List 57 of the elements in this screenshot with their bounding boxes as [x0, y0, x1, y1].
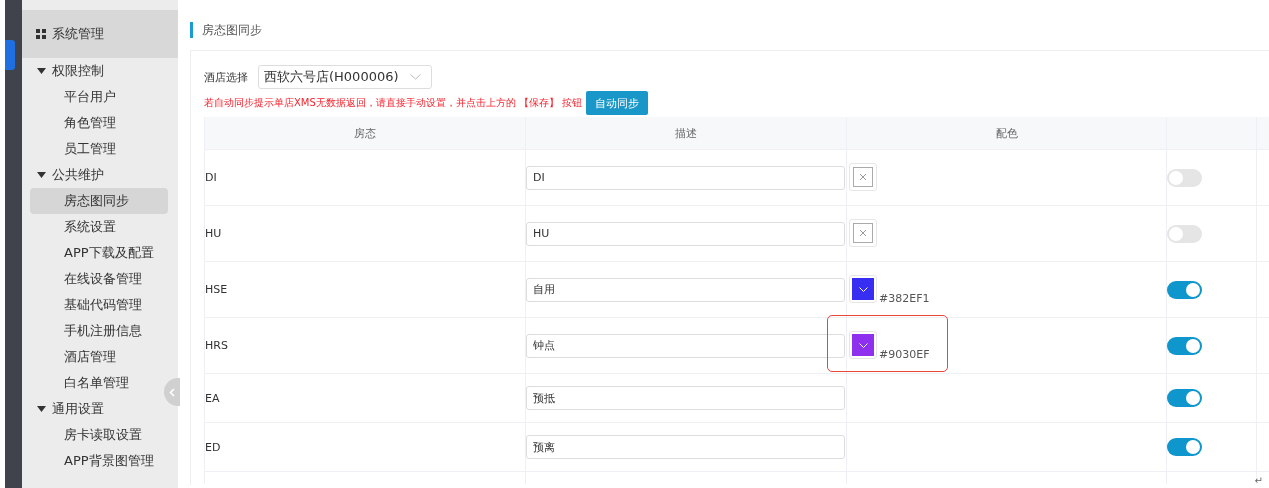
menu-item[interactable]: 酒店管理 — [30, 344, 168, 370]
warning-text: 若自动同步提示单店XMS无数据返回，请直接手动设置，并点击上方的 【保存】 按钮 — [204, 96, 583, 110]
chevron-down-icon — [410, 74, 421, 80]
table-cell: ED — [205, 423, 526, 471]
menu-group[interactable]: 权限控制 — [22, 58, 178, 84]
close-icon — [859, 173, 867, 181]
caret-icon — [37, 406, 46, 412]
color-hex: #382EF1 — [879, 292, 930, 305]
sidebar-header[interactable]: 系统管理 — [22, 10, 178, 58]
description-field[interactable]: 预离 — [526, 435, 845, 459]
caret-icon — [37, 172, 46, 178]
description-field[interactable]: HU — [526, 221, 845, 246]
table-cell: DI — [205, 150, 526, 205]
caret-icon — [37, 68, 46, 74]
menu-item[interactable]: 系统设置 — [30, 214, 168, 240]
menu-item[interactable]: 角色管理 — [30, 110, 168, 136]
toggle-switch[interactable] — [1167, 438, 1202, 456]
menu-item[interactable]: 基础代码管理 — [30, 292, 168, 318]
sidebar-header-title: 系统管理 — [52, 25, 104, 43]
table-cell: HU — [205, 206, 526, 261]
page-title: 房态图同步 — [190, 22, 1269, 38]
menu-item[interactable]: 手机注册信息 — [30, 318, 168, 344]
menu-group[interactable]: 通用设置 — [22, 396, 178, 422]
menu-item[interactable]: APP背景图管理 — [30, 448, 168, 474]
menu-item[interactable]: 平台用户 — [30, 84, 168, 110]
toggle-switch[interactable] — [1167, 336, 1202, 355]
collapse-handle[interactable] — [164, 378, 180, 406]
table-cell: HRS — [205, 318, 526, 373]
hotel-select[interactable]: 西软六号店(H000006) — [258, 65, 432, 89]
description-field[interactable]: DI — [526, 165, 845, 190]
description-field[interactable]: 钟点 — [526, 333, 845, 358]
table-cell: EA — [205, 374, 526, 422]
column-header: 房态 — [205, 117, 526, 149]
return-mark: ↵ — [1254, 475, 1263, 486]
description-field[interactable]: 预抵 — [526, 386, 845, 410]
hotel-select-label: 酒店选择 — [204, 69, 248, 85]
column-header: 描述 — [526, 117, 847, 149]
menu-group[interactable]: 公共维护 — [22, 162, 178, 188]
description-field[interactable]: 自用 — [526, 277, 845, 302]
color-hex: #9030EF — [879, 348, 930, 361]
column-header: 配色 — [847, 117, 1167, 149]
menu-item[interactable]: 员工管理 — [30, 136, 168, 162]
chevron-left-icon — [169, 387, 175, 397]
grid-icon — [36, 29, 46, 39]
menu-item[interactable]: 房态图同步 — [30, 188, 168, 214]
table-cell: HSE — [205, 262, 526, 317]
menu-item[interactable]: 白名单管理 — [30, 370, 168, 396]
close-icon — [859, 229, 867, 237]
menu-item[interactable]: 在线设备管理 — [30, 266, 168, 292]
color-picker[interactable] — [849, 219, 877, 247]
menu-item[interactable]: APP下载及配置 — [30, 240, 168, 266]
toggle-switch[interactable] — [1167, 389, 1202, 407]
color-picker[interactable] — [849, 163, 877, 191]
menu-item[interactable]: 房卡读取设置 — [30, 422, 168, 448]
toggle-switch[interactable] — [1167, 280, 1202, 299]
toggle-switch[interactable] — [1167, 168, 1202, 187]
toggle-switch[interactable] — [1167, 224, 1202, 243]
